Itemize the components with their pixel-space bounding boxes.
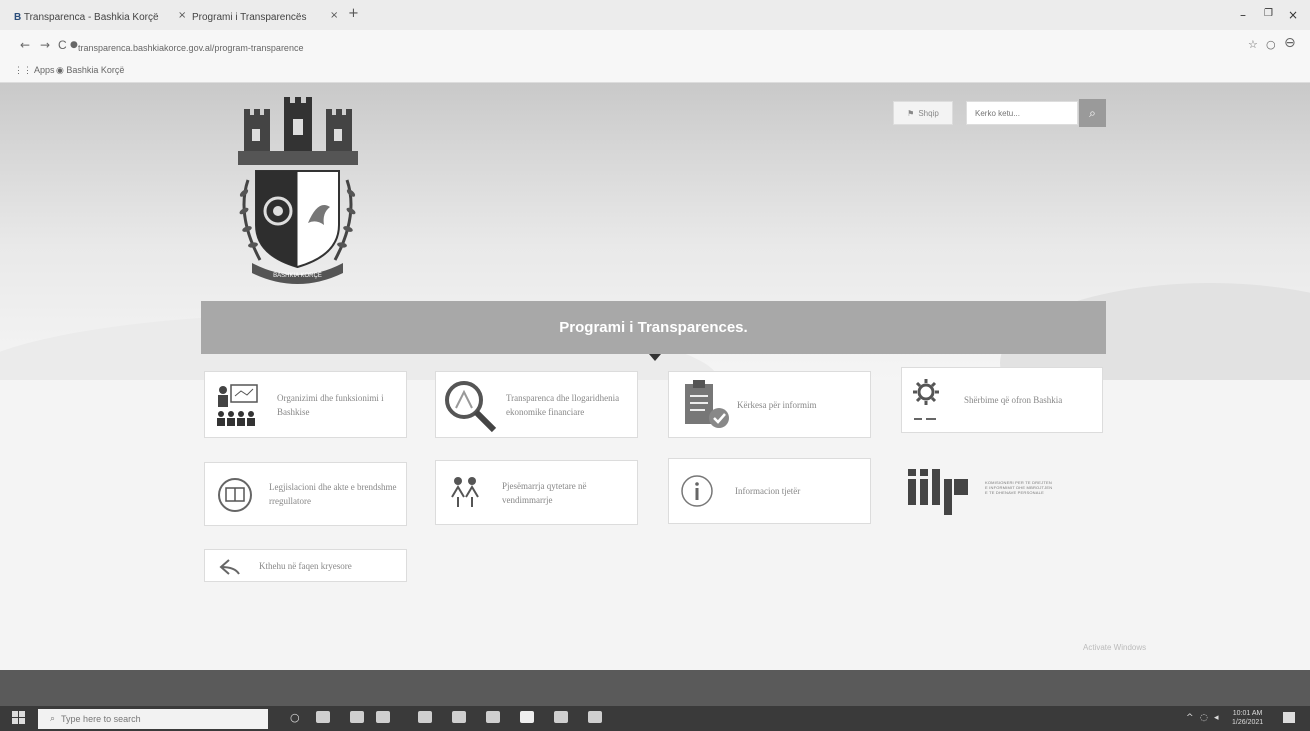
back-arrow-icon — [219, 559, 240, 575]
municipality-crest-logo[interactable]: BASHKIA KORÇË — [230, 95, 365, 290]
back-button[interactable]: ← — [20, 38, 30, 52]
card-information-request[interactable]: Kërkesa për informim — [668, 371, 871, 438]
taskbar-clock[interactable]: 10:01 AM 1/26/2021 — [1232, 709, 1263, 727]
mail-icon[interactable] — [452, 711, 466, 723]
edge-browser-icon[interactable] — [350, 711, 364, 723]
minimize-button[interactable]: – — [1240, 8, 1246, 22]
card-label: Transparenca dhe llogaridhenia ekonomike… — [506, 392, 620, 417]
close-window-button[interactable]: × — [1288, 8, 1298, 22]
volume-icon[interactable]: ◂ — [1214, 713, 1219, 723]
search-icon: ⌕ — [1089, 105, 1096, 120]
law-book-icon — [218, 478, 252, 512]
search-input[interactable] — [966, 101, 1078, 125]
url-field[interactable]: transparenca.bashkiakorce.gov.al/program… — [78, 43, 303, 53]
card-back-home[interactable]: Kthehu në faqen kryesore — [204, 549, 407, 582]
gear-icon — [913, 379, 939, 420]
task-view-icon[interactable] — [316, 711, 330, 723]
activate-windows-watermark: Activate Windows — [1083, 643, 1147, 652]
new-tab-button[interactable]: + — [348, 6, 359, 21]
language-selector-button[interactable]: ⚑ Shqip — [893, 101, 953, 125]
search-button[interactable]: ⌕ — [1079, 99, 1106, 127]
card-label: Shërbime që ofron Bashkia — [964, 395, 1063, 405]
lock-icon: ● — [70, 40, 78, 50]
maximize-button[interactable]: ❐ — [1264, 8, 1273, 19]
tray-chevron-icon[interactable]: ^ — [1186, 713, 1194, 723]
browser-tab-1[interactable]: B Transparenca - Bashkia Korçë — [14, 12, 159, 23]
star-icon[interactable]: ☆ — [1248, 38, 1258, 51]
card-services[interactable]: Shërbime që ofron Bashkia — [901, 367, 1103, 433]
bookmarks-bar: ⋮⋮ Apps ◉ Bashkia Korçë — [0, 60, 1310, 83]
bookmark-bashkia[interactable]: ◉ Bashkia Korçë — [56, 65, 124, 76]
app-icon[interactable] — [486, 711, 500, 723]
reload-button[interactable]: C — [58, 38, 67, 52]
partner-tagline: KOMISIONERI PER TE DREJTEN E INFORMIMIT … — [985, 480, 1053, 495]
tab-2-close-icon[interactable]: × — [330, 10, 338, 21]
card-legislation[interactable]: Legjislacioni dhe akte e brendshme rregu… — [204, 462, 407, 526]
card-label: Organizimi dhe funksionimi i Bashkise — [277, 392, 384, 417]
partner-logo[interactable] — [908, 467, 978, 515]
cortana-icon[interactable]: ○ — [290, 711, 300, 724]
app-icon[interactable] — [588, 711, 602, 723]
forward-button[interactable]: → — [40, 38, 50, 52]
browser-tab-bar: B Transparenca - Bashkia Korçë × Program… — [0, 0, 1310, 30]
magnifier-icon — [445, 381, 497, 433]
flag-icon: ⚑ — [907, 108, 915, 118]
user-icon[interactable]: ⊖ — [1284, 35, 1296, 51]
address-bar: ← → C ● transparenca.bashkiakorce.gov.al… — [0, 30, 1310, 60]
app-icon[interactable] — [418, 711, 432, 723]
network-icon[interactable]: ◌ — [1200, 713, 1208, 723]
browser-tab-2[interactable]: Programi i Transparencës — [192, 12, 307, 23]
taskbar-scan-band — [0, 670, 1310, 706]
people-icon — [451, 477, 479, 507]
card-label: Informacion tjetër — [735, 486, 801, 496]
banner-title: Programi i Transparences. — [559, 319, 748, 336]
store-icon[interactable] — [376, 711, 390, 723]
crest-motto: BASHKIA KORÇË — [273, 272, 322, 279]
card-label: Pjesëmarrja qytetare në vendimmarrje — [502, 480, 587, 505]
banner-pointer — [649, 354, 661, 361]
taskbar-search-input[interactable]: ⌕ Type here to search — [38, 709, 268, 729]
card-organization[interactable]: Organizimi dhe funksionimi i Bashkise — [204, 371, 407, 438]
tab-1-close-icon[interactable]: × — [178, 10, 186, 21]
program-banner: Programi i Transparences. — [201, 301, 1106, 354]
language-label: Shqip — [918, 108, 939, 118]
clipboard-check-icon — [685, 380, 729, 428]
word-icon[interactable] — [554, 711, 568, 723]
chrome-icon[interactable] — [520, 711, 534, 723]
presentation-icon — [217, 384, 258, 426]
card-transparency-finance[interactable]: Transparenca dhe llogaridhenia ekonomike… — [435, 371, 638, 438]
info-icon — [681, 475, 713, 507]
search-icon: ⌕ — [50, 714, 56, 724]
card-label: Kërkesa për informim — [737, 399, 817, 410]
card-citizen-participation[interactable]: Pjesëmarrja qytetare në vendimmarrje — [435, 460, 638, 525]
card-other-information[interactable]: Informacion tjetër — [668, 458, 871, 524]
notifications-icon[interactable] — [1283, 712, 1295, 723]
circle-icon[interactable]: ○ — [1266, 38, 1276, 51]
bookmark-apps[interactable]: ⋮⋮ Apps — [14, 65, 55, 76]
card-label: Kthehu në faqen kryesore — [259, 560, 352, 571]
card-label: Legjislacioni dhe akte e brendshme rregu… — [269, 482, 397, 506]
windows-start-icon[interactable] — [12, 711, 25, 724]
